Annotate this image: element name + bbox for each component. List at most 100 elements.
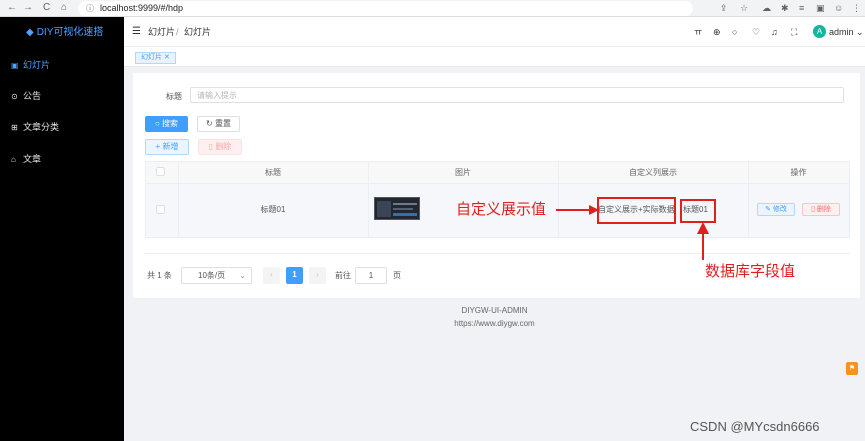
footer-url[interactable]: https://www.diygw.com: [124, 319, 865, 329]
theme-icon[interactable]: ♡: [752, 26, 760, 38]
sidebar-item-label: 文章分类: [23, 122, 60, 132]
url-text: localhost:9999/#/hdp: [100, 3, 184, 13]
cell-title: 标题01: [260, 205, 286, 214]
menu-toggle-icon[interactable]: ☰: [132, 26, 141, 38]
sidebar-item-notice[interactable]: ⊙ 公告: [11, 90, 41, 103]
back-icon[interactable]: ←: [7, 2, 17, 14]
select-all-checkbox[interactable]: [156, 167, 165, 176]
divider: [145, 253, 850, 254]
search-icon[interactable]: ○: [732, 26, 737, 38]
sidebar-item-label: 公告: [23, 91, 42, 101]
column-divider: [558, 162, 559, 237]
breadcrumb-item: 幻灯片: [184, 27, 212, 37]
sidebar-item-slides[interactable]: ▣ 幻灯片: [11, 59, 50, 72]
user-menu[interactable]: admin ⌄: [829, 26, 864, 38]
forward-icon[interactable]: →: [23, 2, 33, 14]
chevron-down-icon: ⌄: [856, 27, 864, 37]
bookmark-star-icon[interactable]: ☆: [740, 2, 748, 14]
search-icon: ○: [154, 119, 160, 128]
search-button[interactable]: ○ 搜索: [145, 116, 188, 132]
bell-icon[interactable]: ♫: [771, 26, 778, 38]
fullscreen-toggle-icon[interactable]: ⊕: [713, 26, 721, 38]
logo-icon: ◆: [26, 27, 34, 38]
row-checkbox[interactable]: [156, 205, 165, 214]
app-logo[interactable]: ◆ DIY可视化速搭: [26, 27, 103, 39]
logo-text: DIY可视化速搭: [36, 27, 104, 38]
page-unit-label: 页: [393, 271, 401, 280]
user-name: admin: [829, 27, 854, 37]
image-icon: ▣: [11, 61, 19, 70]
menu-dots-icon[interactable]: ⋮: [852, 2, 861, 14]
search-button-label: 搜索: [162, 119, 179, 128]
home-icon[interactable]: ⌂: [61, 2, 67, 14]
address-bar[interactable]: ⓘ localhost:9999/#/hdp: [78, 1, 693, 16]
batch-delete-button[interactable]: ▯ 删除: [198, 139, 242, 155]
table-header: 标题 图片 自定义列展示 操作: [146, 162, 849, 184]
expand-icon[interactable]: ⛶: [791, 26, 797, 38]
add-button-label: 新增: [162, 142, 179, 151]
prev-page-button[interactable]: ‹: [263, 267, 280, 284]
sidebar-item-article[interactable]: ⌂ 文章: [11, 153, 41, 166]
db-value-annotation: 数据库字段值: [705, 263, 796, 280]
column-divider: [748, 162, 749, 237]
page-size-select[interactable]: 10条/页 ⌄: [181, 267, 252, 284]
slide-thumbnail[interactable]: [374, 197, 420, 220]
reading-list-icon[interactable]: ≡: [799, 2, 804, 14]
category-icon: ⊞: [11, 123, 18, 132]
tags-view: 幻灯片 ✕: [124, 47, 865, 67]
next-page-button[interactable]: ›: [309, 267, 326, 284]
title-search-input[interactable]: 请输入提示: [190, 87, 844, 103]
cloud-icon[interactable]: ☁: [762, 2, 771, 14]
sidebar-item-label: 幻灯片: [23, 60, 51, 70]
page-1-button[interactable]: 1: [286, 267, 303, 284]
trash-icon: ▯: [208, 142, 214, 151]
edit-button-label: 修改: [772, 206, 787, 213]
db-field-highlight: [680, 199, 716, 223]
side-panel-icon[interactable]: ▣: [816, 2, 825, 14]
arrow-right-icon: [556, 205, 599, 215]
column-header-image: 图片: [455, 168, 471, 177]
browser-toolbar: ← → C ⌂ ⓘ localhost:9999/#/hdp ⇪ ☆ ☁ ✱ ≡…: [0, 0, 865, 17]
column-header-title: 标题: [265, 168, 281, 177]
plus-icon: +: [155, 142, 161, 151]
share-icon[interactable]: ⇪: [720, 2, 728, 14]
edit-button[interactable]: ✎ 修改: [757, 203, 795, 216]
close-icon[interactable]: ✕: [164, 54, 170, 61]
tag-slides[interactable]: 幻灯片 ✕: [135, 52, 176, 64]
input-placeholder: 请输入提示: [197, 91, 237, 100]
sidebar: ◆ DIY可视化速搭 ▣ 幻灯片 ⊙ 公告 ⊞ 文章分类 ⌂ 文章: [0, 17, 124, 441]
profile-icon[interactable]: ☺: [834, 2, 843, 14]
font-size-icon[interactable]: ㅠ: [694, 26, 702, 38]
total-count: 共 1 条: [147, 271, 172, 280]
add-button[interactable]: + 新增: [145, 139, 189, 155]
arrow-up-icon: [697, 222, 709, 260]
goto-page-input[interactable]: 1: [355, 267, 387, 284]
extensions-icon[interactable]: ✱: [781, 2, 789, 14]
page-size-value: 10条/页: [198, 271, 226, 280]
breadcrumb-item[interactable]: 幻灯片: [148, 27, 175, 38]
reset-button-label: 重置: [214, 119, 231, 128]
column-divider: [178, 162, 179, 237]
row-delete-button[interactable]: ▯ 删除: [802, 203, 840, 216]
column-divider: [368, 162, 369, 237]
sidebar-item-article-category[interactable]: ⊞ 文章分类: [11, 121, 59, 134]
avatar[interactable]: A: [813, 25, 826, 38]
tag-label: 幻灯片: [141, 54, 162, 61]
column-header-custom: 自定义列展示: [629, 168, 677, 177]
custom-value-annotation: 自定义展示值: [456, 201, 547, 218]
chevron-left-icon: ‹: [270, 270, 273, 279]
custom-display-highlight: [597, 197, 676, 224]
reload-icon[interactable]: C: [43, 2, 50, 14]
refresh-icon: ↻: [206, 119, 213, 128]
delete-button-label: 删除: [816, 206, 831, 213]
goto-label: 前往: [335, 271, 351, 280]
info-icon[interactable]: ⓘ: [86, 3, 94, 14]
column-header-actions: 操作: [790, 168, 807, 177]
floating-widget-icon[interactable]: ⚑: [846, 362, 858, 375]
delete-button-label: 删除: [215, 142, 232, 151]
sidebar-item-label: 文章: [23, 154, 42, 164]
top-header: ☰ 幻灯片 / 幻灯片 ㅠ ⊕ ○ ♡ ♫ ⛶ A admin ⌄: [124, 17, 865, 47]
trash-icon: ▯: [811, 206, 815, 213]
reset-button[interactable]: ↻ 重置: [197, 116, 240, 132]
data-table: 标题 图片 自定义列展示 操作 标题01 自定义展示+实际数据 标题01 ✎ 修…: [145, 161, 850, 238]
